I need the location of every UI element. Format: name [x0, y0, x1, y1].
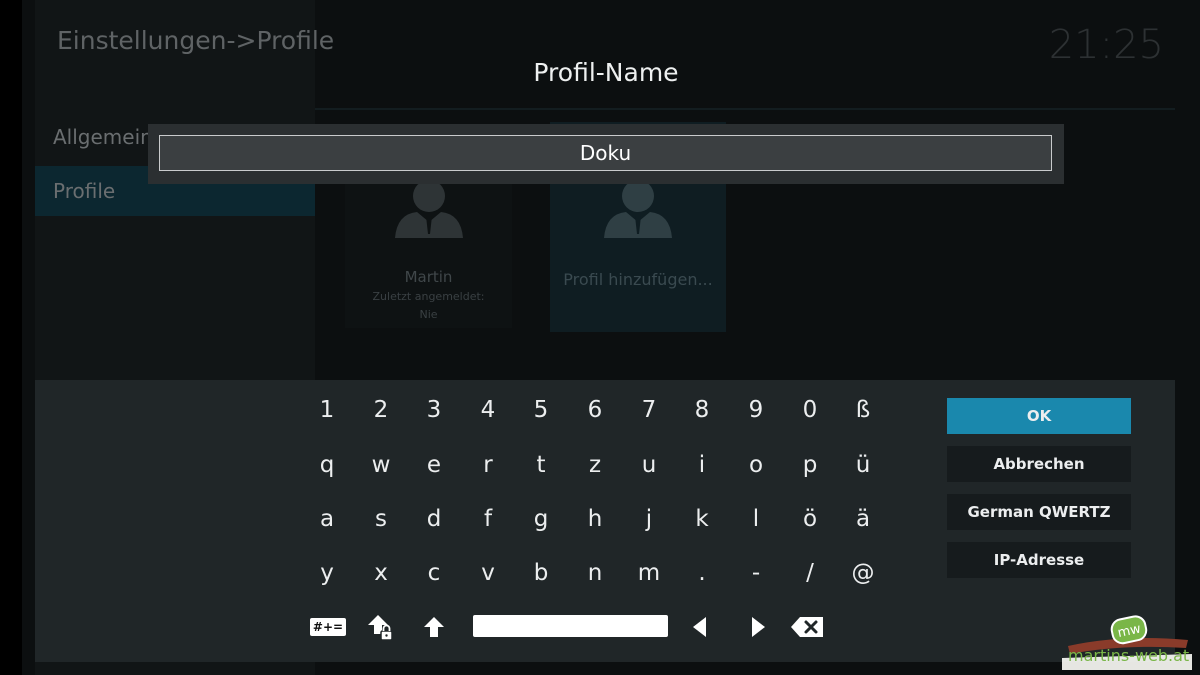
key-2-2[interactable]: d — [408, 499, 460, 539]
key-0-0[interactable]: 1 — [301, 390, 353, 430]
key-3-3[interactable]: v — [462, 553, 514, 593]
window-title: Einstellungen->Profile — [57, 26, 335, 55]
cancel-button[interactable]: Abbrechen — [947, 446, 1131, 482]
left-edge — [0, 0, 22, 675]
caps-lock-icon — [368, 615, 393, 641]
key-0-4[interactable]: 5 — [515, 390, 567, 430]
key-2-1[interactable]: s — [355, 499, 407, 539]
key-3-0[interactable]: y — [301, 553, 353, 593]
key-3-8[interactable]: - — [730, 553, 782, 593]
key-2-9[interactable]: ö — [784, 499, 836, 539]
dialog-title: Profil-Name — [533, 58, 679, 87]
key-0-6[interactable]: 7 — [623, 390, 675, 430]
user-avatar-icon — [600, 178, 676, 242]
layout-button[interactable]: German QWERTZ — [947, 494, 1131, 530]
key-3-9[interactable]: / — [784, 553, 836, 593]
shift-key[interactable] — [414, 612, 454, 642]
key-3-10[interactable]: @ — [837, 553, 889, 593]
key-1-7[interactable]: i — [676, 445, 728, 485]
cursor-left-key[interactable] — [680, 612, 720, 642]
key-0-9[interactable]: 0 — [784, 390, 836, 430]
arrow-left-icon — [693, 617, 706, 637]
arrow-right-icon — [752, 617, 765, 637]
key-2-3[interactable]: f — [462, 499, 514, 539]
profile-name-input[interactable]: Doku — [159, 135, 1052, 171]
key-0-2[interactable]: 3 — [408, 390, 460, 430]
cursor-right-key[interactable] — [738, 612, 778, 642]
key-2-0[interactable]: a — [301, 499, 353, 539]
key-1-9[interactable]: p — [784, 445, 836, 485]
ok-button[interactable]: OK — [947, 398, 1131, 434]
symbols-key-label: #+= — [309, 618, 347, 636]
space-key[interactable] — [473, 615, 668, 637]
key-3-5[interactable]: n — [569, 553, 621, 593]
key-1-6[interactable]: u — [623, 445, 675, 485]
backspace-icon — [791, 617, 823, 637]
last-login-label: Zuletzt angemeldet: — [372, 290, 485, 303]
key-0-1[interactable]: 2 — [355, 390, 407, 430]
backspace-key[interactable] — [787, 612, 827, 642]
key-1-8[interactable]: o — [730, 445, 782, 485]
key-1-2[interactable]: e — [408, 445, 460, 485]
add-profile-label: Profil hinzufügen... — [563, 270, 713, 289]
last-login-value: Nie — [419, 308, 438, 321]
symbols-key[interactable]: #+= — [308, 612, 348, 642]
key-2-10[interactable]: ä — [837, 499, 889, 539]
key-3-6[interactable]: m — [623, 553, 675, 593]
key-3-4[interactable]: b — [515, 553, 567, 593]
key-2-8[interactable]: l — [730, 499, 782, 539]
key-0-8[interactable]: 9 — [730, 390, 782, 430]
key-2-6[interactable]: j — [623, 499, 675, 539]
key-1-4[interactable]: t — [515, 445, 567, 485]
header-divider — [315, 108, 1175, 110]
key-1-3[interactable]: r — [462, 445, 514, 485]
key-1-0[interactable]: q — [301, 445, 353, 485]
key-0-10[interactable]: ß — [837, 390, 889, 430]
profile-name: Martin — [404, 268, 453, 286]
ip-address-button[interactable]: IP-Adresse — [947, 542, 1131, 578]
watermark-text: martins-web.at — [1068, 646, 1190, 665]
shift-arrow-icon — [424, 617, 444, 637]
key-0-5[interactable]: 6 — [569, 390, 621, 430]
user-avatar-icon — [391, 178, 467, 242]
key-3-2[interactable]: c — [408, 553, 460, 593]
key-1-5[interactable]: z — [569, 445, 621, 485]
key-2-4[interactable]: g — [515, 499, 567, 539]
key-3-7[interactable]: . — [676, 553, 728, 593]
key-2-7[interactable]: k — [676, 499, 728, 539]
key-3-1[interactable]: x — [355, 553, 407, 593]
key-0-3[interactable]: 4 — [462, 390, 514, 430]
key-1-1[interactable]: w — [355, 445, 407, 485]
key-2-5[interactable]: h — [569, 499, 621, 539]
key-1-10[interactable]: ü — [837, 445, 889, 485]
caps-lock-key[interactable] — [360, 612, 400, 642]
key-0-7[interactable]: 8 — [676, 390, 728, 430]
